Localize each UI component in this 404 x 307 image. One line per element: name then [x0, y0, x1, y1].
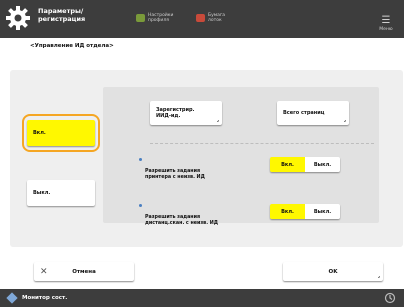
status-item-label: Бумага лоток: [208, 13, 226, 23]
close-icon: ✕: [40, 266, 48, 277]
remote-scan-toggle[interactable]: Вкл. Выкл.: [270, 204, 340, 219]
option-printer-jobs: Разрешить задания принтера с неизв. ИД: [139, 157, 205, 181]
paper-icon: [196, 14, 205, 22]
cancel-label: Отмена: [72, 268, 96, 275]
printer-jobs-off[interactable]: Выкл.: [305, 157, 340, 172]
printer-jobs-on[interactable]: Вкл.: [270, 157, 305, 172]
status-item-paper[interactable]: Бумага лоток: [196, 12, 242, 24]
status-item-label: Настройки профиля: [148, 13, 174, 23]
bullet-icon: [139, 204, 142, 207]
toner-icon: [136, 14, 145, 22]
app-title: Параметры/ регистрация: [38, 7, 86, 23]
settings-gear-icon: [6, 6, 30, 30]
status-monitor-icon: [6, 292, 18, 304]
status-monitor-label: Монитор сост.: [22, 295, 68, 301]
menu-button[interactable]: ☰ Меню: [372, 8, 400, 33]
status-monitor-bar[interactable]: Монитор сост.: [0, 289, 404, 307]
page-totals-button[interactable]: Всего страниц ⌟: [277, 101, 349, 125]
menu-icon: ☰: [381, 15, 391, 26]
printer-jobs-toggle[interactable]: Вкл. Выкл.: [270, 157, 340, 172]
menu-label: Меню: [379, 27, 393, 32]
top-bar: Параметры/ регистрация Настройки профиля…: [0, 0, 404, 38]
option-remote-scan-jobs: Разрешить задания дистанц.скан. с неизв.…: [139, 203, 218, 227]
submenu-icon: ⌟: [343, 117, 346, 123]
page-totals-label: Всего страниц: [283, 110, 325, 116]
register-id-label: Зарегистрир. ИИД-ид.: [156, 107, 195, 119]
remote-scan-on[interactable]: Вкл.: [270, 204, 305, 219]
option-label: Разрешить задания дистанц.скан. с неизв.…: [145, 215, 218, 226]
divider: [150, 143, 374, 144]
remote-scan-off[interactable]: Выкл.: [305, 204, 340, 219]
bullet-icon: [139, 158, 142, 161]
status-item-toner[interactable]: Настройки профиля: [136, 12, 182, 24]
confirm-icon: ⌟: [377, 273, 380, 279]
off-button[interactable]: Выкл.: [27, 180, 95, 206]
ok-button[interactable]: OK ⌟: [283, 262, 383, 281]
register-id-button[interactable]: Зарегистрир. ИИД-ид. ⌟: [150, 101, 222, 125]
cancel-button[interactable]: ✕ Отмена: [34, 262, 134, 281]
ok-label: OK: [328, 268, 338, 275]
device-icon[interactable]: [384, 292, 396, 304]
page-title: <Управление ИД отдела>: [30, 43, 114, 49]
submenu-icon: ⌟: [216, 117, 219, 123]
on-button[interactable]: Вкл.: [27, 120, 95, 146]
option-label: Разрешить задания принтера с неизв. ИД: [145, 169, 205, 180]
